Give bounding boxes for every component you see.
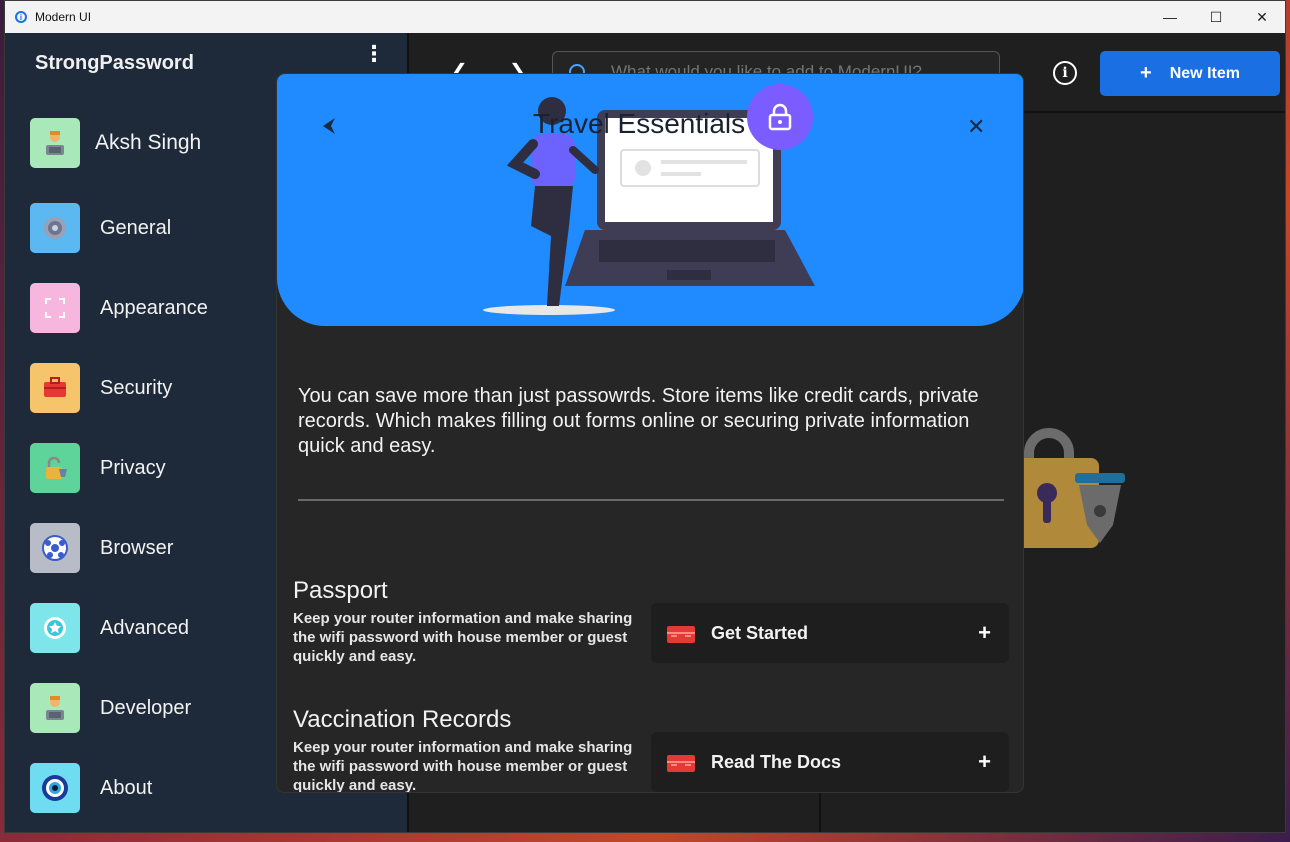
dialog-description: You can save more than just passowrds. S… xyxy=(298,385,979,457)
sidebar-item-label: Advanced xyxy=(100,616,189,639)
title-bar: i Modern UI — ☐ ✕ xyxy=(5,1,1285,33)
sidebar-item-appearance[interactable]: Appearance xyxy=(30,283,208,333)
sidebar-item-label: Security xyxy=(100,376,173,399)
sidebar-item-browser[interactable]: Browser xyxy=(30,523,173,573)
eye-icon xyxy=(30,763,80,813)
sidebar-item-label: Browser xyxy=(100,536,174,559)
new-item-button[interactable]: + New Item xyxy=(1100,51,1280,96)
frame-icon xyxy=(30,283,80,333)
developer-avatar-icon xyxy=(30,683,80,733)
gear-icon xyxy=(30,203,80,253)
more-menu-icon[interactable]: ⋮ xyxy=(363,43,385,65)
toolbox-icon xyxy=(667,755,695,772)
sidebar-item-about[interactable]: About xyxy=(30,763,152,813)
info-icon[interactable]: i xyxy=(1053,61,1077,85)
toolbox-icon xyxy=(667,626,695,643)
window-title: Modern UI xyxy=(35,10,92,24)
minimize-button[interactable]: — xyxy=(1147,1,1193,33)
padlock-icon xyxy=(30,443,80,493)
travel-essentials-dialog: Travel Essentials ✕ You can save more th… xyxy=(276,73,1024,793)
card-label: Read The Docs xyxy=(711,751,842,772)
user-avatar-icon xyxy=(30,118,80,168)
section-divider xyxy=(298,499,1004,501)
sidebar-item-label: General xyxy=(100,216,172,239)
app-logo-icon: i xyxy=(15,11,27,23)
plus-icon: + xyxy=(978,620,991,645)
sidebar-item-label: About xyxy=(100,776,153,799)
app-window: i Modern UI — ☐ ✕ StrongPassword ⋮ Aksh … xyxy=(4,0,1286,833)
globe-icon xyxy=(30,523,80,573)
plus-icon: + xyxy=(978,749,991,774)
sidebar-item-label: Developer xyxy=(100,696,192,719)
sidebar-item-profile[interactable]: Aksh Singh xyxy=(30,118,201,168)
section-text: Keep your router information and make sh… xyxy=(293,610,633,665)
section-text: Keep your router information and make sh… xyxy=(293,739,633,793)
new-item-label: New Item xyxy=(1169,64,1240,82)
get-started-button[interactable]: Get Started + xyxy=(651,603,1009,663)
dialog-back-icon[interactable] xyxy=(319,116,339,136)
section-vaccination-records: Vaccination Records Keep your router inf… xyxy=(293,706,1009,792)
section-title: Vaccination Records xyxy=(293,706,512,733)
section-title: Passport xyxy=(293,577,388,604)
star-badge-icon xyxy=(30,603,80,653)
section-passport: Passport Keep your router information an… xyxy=(293,577,1009,665)
sidebar-item-advanced[interactable]: Advanced xyxy=(30,603,189,653)
dialog-title: Travel Essentials xyxy=(533,108,746,139)
lock-icon xyxy=(747,84,813,150)
toolbox-icon xyxy=(30,363,80,413)
brand-title: StrongPassword xyxy=(35,52,194,74)
close-window-button[interactable]: ✕ xyxy=(1239,1,1285,33)
dialog-hero: Travel Essentials ✕ xyxy=(277,74,1023,326)
read-the-docs-button[interactable]: Read The Docs + xyxy=(651,732,1009,792)
sidebar-item-developer[interactable]: Developer xyxy=(30,683,191,733)
sidebar-item-security[interactable]: Security xyxy=(30,363,172,413)
sidebar-item-label: Appearance xyxy=(100,296,208,319)
maximize-button[interactable]: ☐ xyxy=(1193,1,1239,33)
lock-illustration xyxy=(1009,413,1149,568)
sidebar-item-general[interactable]: General xyxy=(30,203,171,253)
sidebar-item-privacy[interactable]: Privacy xyxy=(30,443,166,493)
sidebar-item-label: Privacy xyxy=(100,456,166,479)
plus-icon: + xyxy=(1140,62,1152,84)
sidebar-profile-name: Aksh Singh xyxy=(95,131,202,154)
dialog-close-icon[interactable]: ✕ xyxy=(967,114,985,140)
card-label: Get Started xyxy=(711,622,809,643)
